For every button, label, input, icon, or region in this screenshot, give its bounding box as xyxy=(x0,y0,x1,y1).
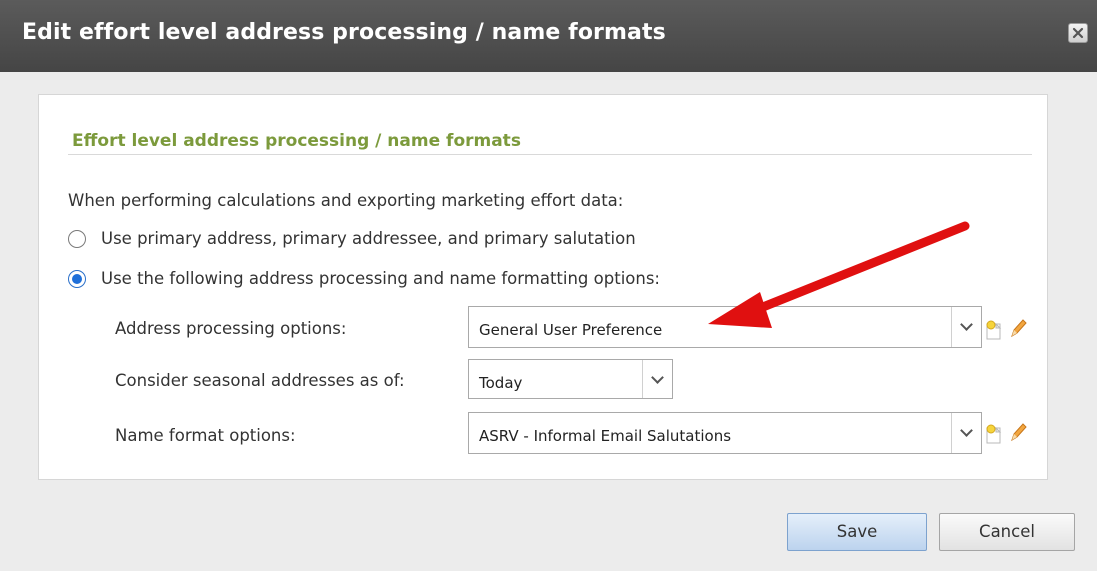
add-icon[interactable] xyxy=(983,423,1005,445)
edit-pencil-icon[interactable] xyxy=(1007,317,1029,339)
edit-pencil-icon[interactable] xyxy=(1007,421,1029,443)
address-processing-select[interactable]: General User Preference xyxy=(468,306,982,348)
option-label: Use the following address processing and… xyxy=(101,269,660,288)
address-processing-label: Address processing options: xyxy=(115,319,347,338)
seasonal-value: Today xyxy=(479,374,523,392)
section-divider xyxy=(68,154,1032,155)
seasonal-select[interactable]: Today xyxy=(468,359,673,399)
close-button[interactable] xyxy=(1068,23,1088,43)
close-icon xyxy=(1072,27,1084,39)
save-button[interactable]: Save xyxy=(787,513,927,551)
settings-panel: Effort level address processing / name f… xyxy=(38,94,1048,480)
chevron-down-icon[interactable] xyxy=(951,307,981,347)
option-label: Use primary address, primary addressee, … xyxy=(101,229,636,248)
chevron-down-icon[interactable] xyxy=(951,413,981,453)
name-format-label: Name format options: xyxy=(115,426,296,445)
seasonal-label: Consider seasonal addresses as of: xyxy=(115,371,405,390)
radio-custom-processing[interactable] xyxy=(68,270,86,288)
dialog-titlebar[interactable]: Edit effort level address processing / n… xyxy=(0,0,1097,72)
chevron-down-icon[interactable] xyxy=(642,360,672,398)
section-title: Effort level address processing / name f… xyxy=(72,131,521,151)
name-format-select[interactable]: ASRV - Informal Email Salutations xyxy=(468,412,982,454)
add-icon[interactable] xyxy=(983,319,1005,341)
radio-primary-address[interactable] xyxy=(68,230,86,248)
dialog-title: Edit effort level address processing / n… xyxy=(22,20,666,45)
cancel-button[interactable]: Cancel xyxy=(939,513,1075,551)
name-format-value: ASRV - Informal Email Salutations xyxy=(479,427,732,445)
edit-dialog: Edit effort level address processing / n… xyxy=(0,0,1097,571)
intro-text: When performing calculations and exporti… xyxy=(68,191,624,210)
address-processing-value: General User Preference xyxy=(479,321,663,339)
